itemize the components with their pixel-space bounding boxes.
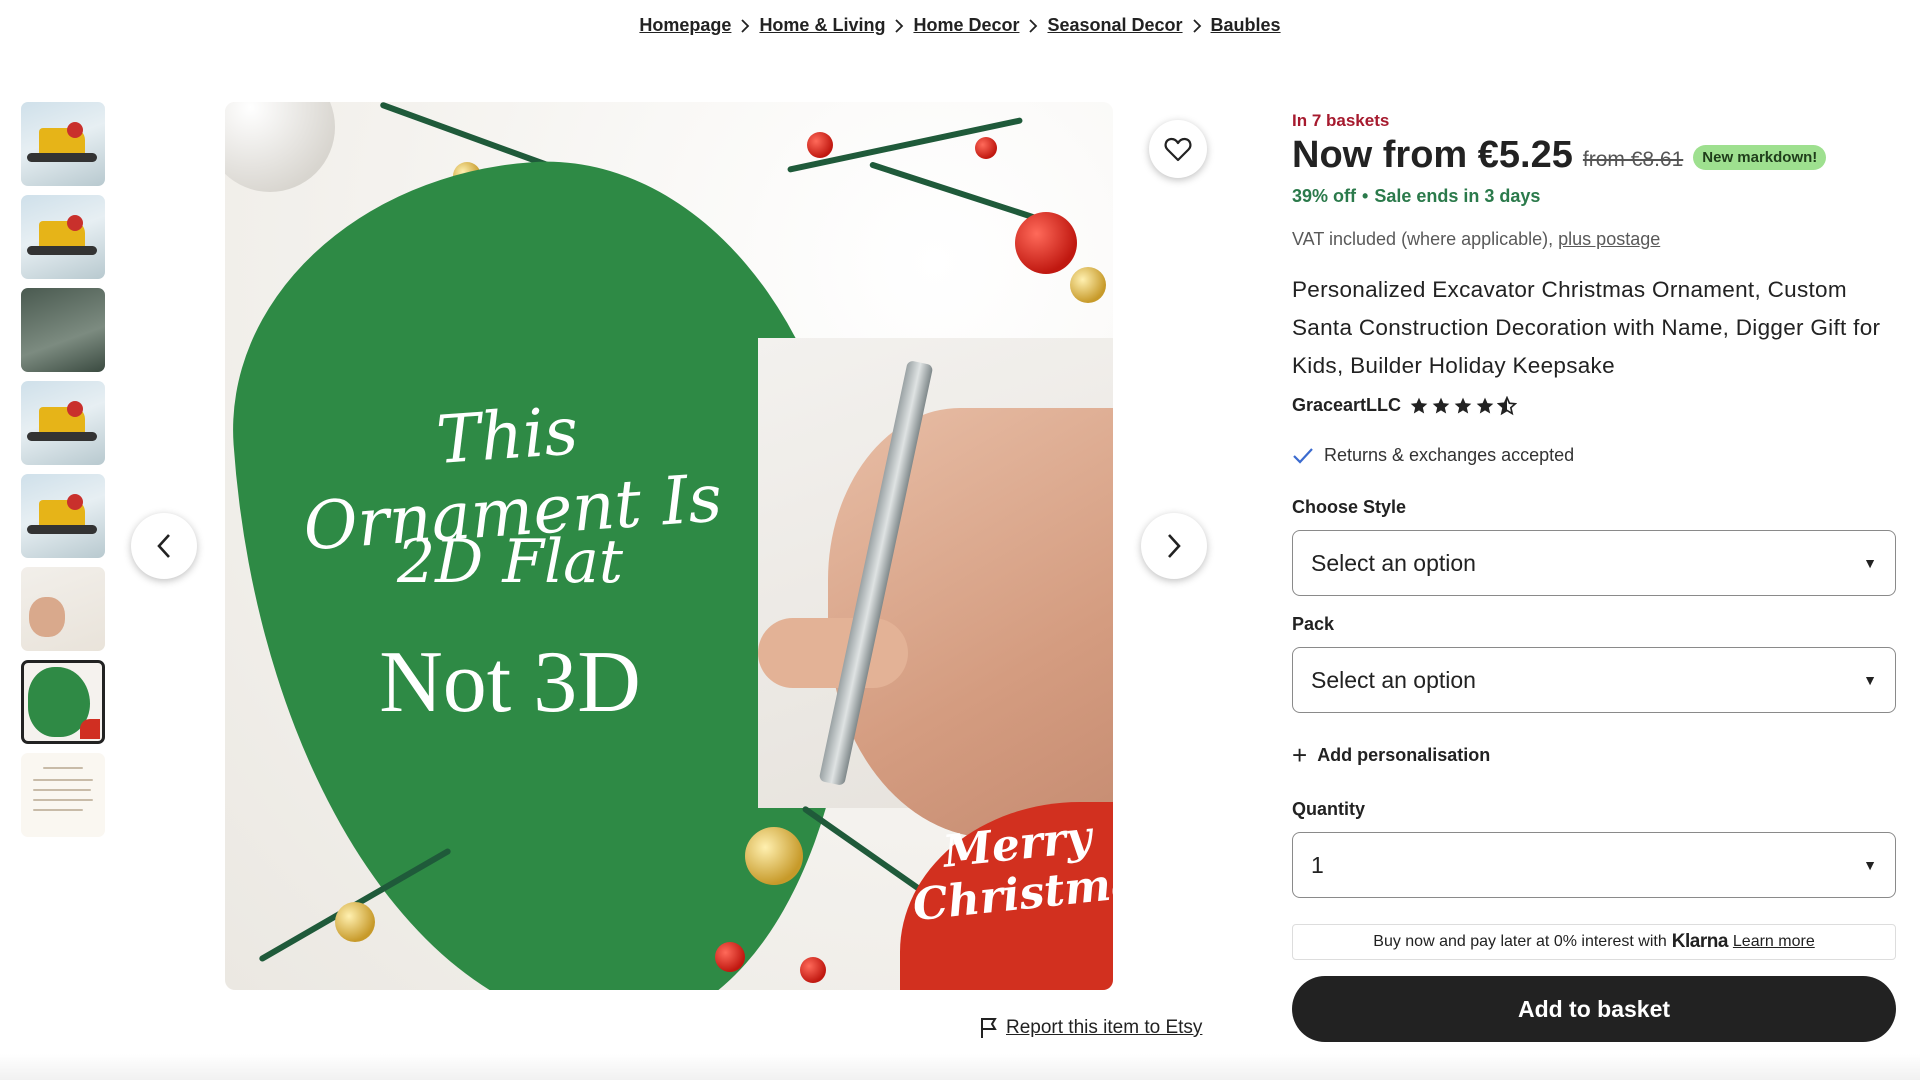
sale-ends-text: Sale ends in 3 days <box>1374 186 1541 206</box>
chevron-right-icon <box>740 18 750 33</box>
postage-link[interactable]: plus postage <box>1558 229 1660 249</box>
chevron-right-icon <box>1028 18 1038 33</box>
style-select-value: Select an option <box>1311 549 1476 576</box>
thumbnail-1[interactable] <box>21 102 105 186</box>
breadcrumb-baubles[interactable]: Baubles <box>1211 15 1281 36</box>
style-label: Choose Style <box>1292 497 1407 517</box>
breadcrumb-seasonal-decor[interactable]: Seasonal Decor <box>1047 15 1182 36</box>
klarna-banner: Buy now and pay later at 0% interest wit… <box>1292 924 1896 960</box>
flag-icon <box>980 1017 998 1039</box>
breadcrumb-home-decor[interactable]: Home Decor <box>913 15 1019 36</box>
sale-info: 39% off • Sale ends in 3 days <box>1292 186 1541 206</box>
breadcrumb-home-living[interactable]: Home & Living <box>759 15 885 36</box>
breadcrumb: Homepage Home & Living Home Decor Season… <box>0 15 1920 36</box>
star-icon <box>1432 397 1450 413</box>
returns-text: Returns & exchanges accepted <box>1324 445 1575 465</box>
quantity-select-value: 1 <box>1311 851 1324 878</box>
previous-image-button[interactable] <box>131 513 197 579</box>
caret-down-icon: ▼ <box>1863 555 1877 571</box>
report-item-text: Report this item to Etsy <box>1006 1017 1203 1038</box>
add-personalisation-text: Add personalisation <box>1317 744 1491 765</box>
chevron-right-icon <box>894 18 904 33</box>
pack-select-value: Select an option <box>1311 666 1476 693</box>
quantity-label: Quantity <box>1292 799 1366 819</box>
add-to-basket-button[interactable]: Add to basket <box>1292 976 1896 1042</box>
hand-photo <box>758 338 1113 838</box>
plus-icon: + <box>1292 740 1308 770</box>
overlay-line-2: 2D Flat <box>396 527 624 597</box>
star-icon <box>1410 397 1428 413</box>
quantity-select[interactable]: 1 ▼ <box>1292 832 1896 898</box>
thumbnail-8[interactable] <box>21 753 105 837</box>
thumbnail-7-selected[interactable] <box>21 660 105 744</box>
chevron-right-icon <box>1192 18 1202 33</box>
thumbnail-3[interactable] <box>21 288 105 372</box>
shop-row: GraceartLLC <box>1292 395 1518 416</box>
listing-title: Personalized Excavator Christmas Ornamen… <box>1292 277 1881 378</box>
markdown-badge: New markdown! <box>1693 145 1827 170</box>
thumbnail-strip <box>21 102 105 846</box>
klarna-learn-more-link[interactable]: Learn more <box>1733 933 1815 951</box>
price-row: Now from €5.25 from €8.61 New markdown! <box>1292 134 1827 177</box>
chevron-right-icon <box>1166 533 1182 559</box>
vat-info: VAT included (where applicable), plus po… <box>1292 229 1660 250</box>
current-price: Now from €5.25 <box>1292 134 1573 176</box>
caret-down-icon: ▼ <box>1863 857 1877 873</box>
klarna-logo: Klarna <box>1671 931 1729 952</box>
pack-label: Pack <box>1292 614 1335 634</box>
overlay-line-3: Not 3D <box>379 634 641 731</box>
thumbnail-2[interactable] <box>21 195 105 279</box>
baskets-count: In 7 baskets <box>1292 111 1390 130</box>
thumbnail-5[interactable] <box>21 474 105 558</box>
main-product-image: This Ornament Is 2D Flat Not 3D Merry Ch… <box>225 102 1113 990</box>
returns-info: Returns & exchanges accepted <box>1292 445 1574 466</box>
report-item-link[interactable]: Report this item to Etsy <box>980 1017 1202 1039</box>
discount-text: 39% off <box>1292 186 1357 206</box>
pack-select[interactable]: Select an option ▼ <box>1292 647 1896 713</box>
checkmark-icon <box>1292 447 1314 465</box>
star-rating <box>1409 395 1518 416</box>
favourite-button[interactable] <box>1149 120 1207 178</box>
star-icon <box>1454 397 1472 413</box>
thumbnail-6[interactable] <box>21 567 105 651</box>
add-personalisation-button[interactable]: + Add personalisation <box>1292 742 1490 768</box>
caret-down-icon: ▼ <box>1863 672 1877 688</box>
klarna-text: Buy now and pay later at 0% interest wit… <box>1373 933 1667 950</box>
heart-icon <box>1164 136 1192 162</box>
thumbnail-4[interactable] <box>21 381 105 465</box>
original-price: from €8.61 <box>1582 147 1684 171</box>
white-bauble <box>225 102 335 192</box>
bottom-fade <box>0 1054 1920 1080</box>
breadcrumb-homepage[interactable]: Homepage <box>639 15 731 36</box>
style-select[interactable]: Select an option ▼ <box>1292 530 1896 596</box>
next-image-button[interactable] <box>1141 513 1207 579</box>
half-star-icon <box>1497 395 1518 415</box>
shop-name-link[interactable]: GraceartLLC <box>1292 395 1401 416</box>
chevron-left-icon <box>156 533 172 559</box>
merry-christmas-text: Merry Christmas <box>910 811 1113 932</box>
vat-text: VAT included (where applicable), <box>1292 229 1554 249</box>
star-icon <box>1476 397 1494 413</box>
